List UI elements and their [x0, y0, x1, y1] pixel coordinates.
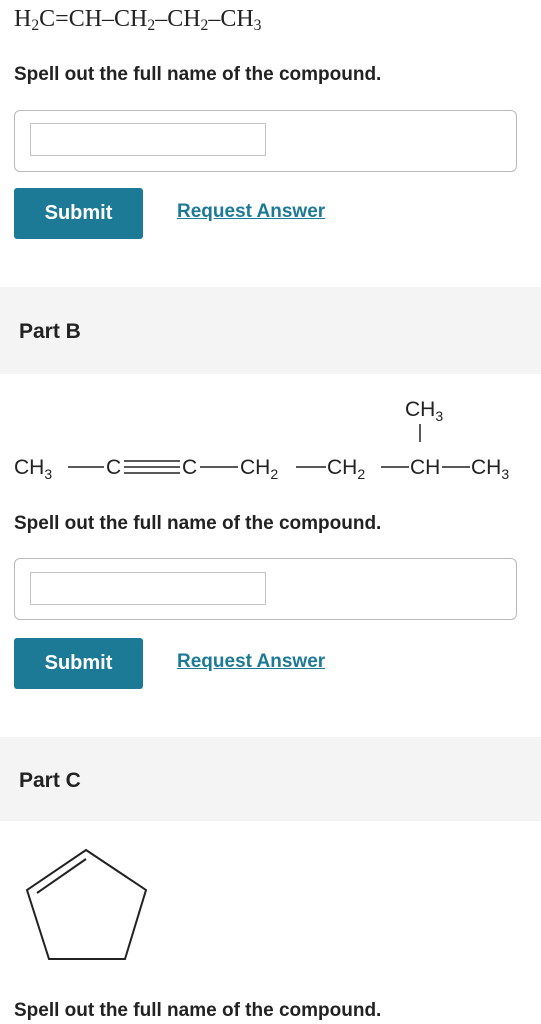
part-a-formula: H2C=CH–CH2–CH2–CH3	[14, 6, 261, 33]
formula-atom: C	[39, 6, 56, 32]
part-c-structure	[25, 848, 148, 960]
double-bond-inner-line	[36, 858, 87, 894]
atom-subscript: 2	[357, 466, 365, 482]
part-a-submit-button[interactable]: Submit	[14, 188, 143, 239]
atom-subscript: 3	[44, 466, 52, 482]
formula-subscript: 3	[253, 16, 262, 34]
atom-label: CH	[240, 456, 270, 479]
formula-bond: =	[55, 6, 69, 32]
formula-subscript: 2	[31, 16, 40, 34]
formula-bond: –	[102, 6, 115, 32]
part-a-prompt: Spell out the full name of the compound.	[14, 64, 382, 85]
atom-c6: CH	[410, 456, 440, 479]
part-c-prompt: Spell out the full name of the compound.	[14, 1000, 382, 1021]
part-a-request-answer-link[interactable]: Request Answer	[177, 201, 325, 223]
part-c-title[interactable]: Part C	[19, 769, 81, 793]
part-b-title[interactable]: Part B	[19, 320, 81, 344]
atom-c2: C	[106, 456, 121, 479]
formula-atom: CH	[220, 6, 254, 32]
atom-label: CH	[327, 456, 357, 479]
part-c-header: Part C	[0, 737, 541, 821]
atom-label: CH	[14, 456, 44, 479]
atom-subscript: 3	[435, 408, 443, 424]
formula-bond: –	[208, 6, 221, 32]
formula-bond: –	[155, 6, 168, 32]
part-a-answer-input[interactable]	[30, 123, 266, 156]
part-b-answer-input[interactable]	[30, 572, 266, 605]
atom-c7: CH3	[471, 456, 509, 482]
branch-ch3-label: CH3	[405, 398, 443, 424]
cyclopentene-ring	[25, 848, 148, 960]
part-b-prompt: Spell out the full name of the compound.	[14, 513, 382, 534]
atom-c1: CH3	[14, 456, 52, 482]
formula-atom: CH	[114, 6, 148, 32]
atom-c4: CH2	[240, 456, 278, 482]
atom-c3: C	[182, 456, 197, 479]
atom-label: CH	[405, 398, 435, 421]
part-b-header: Part B	[0, 287, 541, 374]
part-b-submit-button[interactable]: Submit	[14, 638, 143, 689]
atom-c5: CH2	[327, 456, 365, 482]
part-b-request-answer-link[interactable]: Request Answer	[177, 651, 325, 673]
formula-atom: CH	[167, 6, 201, 32]
part-a-answer-box	[14, 110, 517, 172]
part-b-answer-box	[14, 558, 517, 620]
part-b-structure: CH3 CH3 C C CH2 CH2 CH CH3	[14, 398, 509, 482]
formula-atom: CH	[68, 6, 103, 32]
atom-label: CH	[471, 456, 501, 479]
atom-subscript: 2	[270, 466, 278, 482]
atom-subscript: 3	[501, 466, 509, 482]
formula-atom: H	[14, 6, 32, 32]
